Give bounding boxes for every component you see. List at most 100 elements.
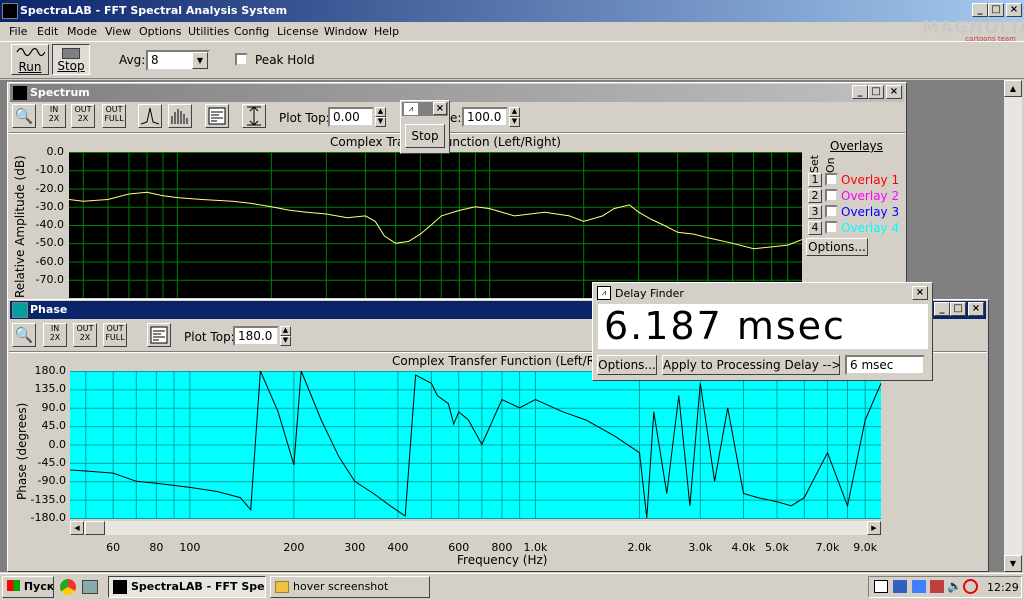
run-button[interactable]: Run [11, 44, 49, 75]
computer-icon[interactable] [82, 580, 98, 594]
phase-scroll-thumb[interactable] [85, 521, 105, 535]
zoom-out-full-button[interactable]: OUT FULL [102, 104, 126, 128]
delay-value-field[interactable]: 6 msec [845, 355, 925, 375]
phase-plot-top-spin-down[interactable]: ▼ [280, 336, 291, 346]
phase-settings-panel-icon[interactable] [147, 323, 171, 347]
phase-minimize-button[interactable]: _ [934, 302, 950, 316]
taskbar-task-spectralab[interactable]: SpectraLAB - FFT Spe... [108, 576, 266, 598]
spectrum-close-button[interactable]: × [886, 85, 902, 99]
spectrum-minimize-button[interactable]: _ [852, 85, 868, 99]
phase-x-tick-label: 80 [149, 541, 164, 554]
set-label: Set [808, 154, 821, 173]
phase-zoom-in-2x-button[interactable]: IN 2X [43, 323, 67, 347]
phase-window-icon [12, 302, 28, 318]
tray-network-icon[interactable] [874, 580, 888, 593]
menu-license[interactable]: License [277, 25, 318, 38]
spectrum-plot-range-spin-up[interactable]: ▲ [509, 107, 520, 117]
phase-ylabel: Phase (degrees) [15, 402, 29, 500]
spectrum-plot-range-spin-down[interactable]: ▼ [509, 117, 520, 127]
menu-edit[interactable]: Edit [37, 25, 58, 38]
phase-scroll-left-button[interactable]: ◀ [70, 521, 84, 535]
phase-close-button[interactable]: × [968, 302, 984, 316]
delay-finder-options-button[interactable]: Options... [597, 355, 657, 375]
phase-x-tick-label: 400 [387, 541, 409, 554]
peak-hold-checkbox[interactable] [235, 53, 248, 66]
spectrum-maximize-button[interactable]: □ [868, 85, 884, 99]
taskbar-task-hover-screenshot[interactable]: hover screenshot [270, 576, 430, 598]
menu-mode[interactable]: Mode [67, 25, 97, 38]
phase-plot[interactable] [70, 371, 881, 519]
stop-button[interactable]: Stop [52, 44, 90, 75]
avg-dropdown-button[interactable]: ▼ [192, 52, 208, 69]
zoom-icon[interactable]: 🔍 [12, 104, 36, 128]
stop-label: Stop [57, 59, 85, 73]
menu-file[interactable]: File [9, 25, 27, 38]
tray-monitor-icon[interactable] [893, 580, 907, 593]
spectrum-ylabel: Relative Amplitude (dB) [13, 155, 27, 298]
minimize-button[interactable]: _ [972, 3, 988, 17]
app-title: SpectraLAB - FFT Spectral Analysis Syste… [20, 4, 288, 17]
clock: 12:29 [987, 581, 1019, 594]
phase-plot-top-spin-up[interactable]: ▲ [280, 326, 291, 336]
vertical-scale-icon[interactable] [242, 104, 266, 128]
spectrum-plot[interactable] [69, 152, 802, 298]
delay-finder-title-bar: ⩘ Delay Finder × [595, 285, 930, 302]
overlay-set-button[interactable]: 2 [808, 189, 822, 203]
menu-options[interactable]: Options [139, 25, 181, 38]
overlay-set-button[interactable]: 1 [808, 173, 822, 187]
scroll-up-button[interactable]: ▲ [1004, 80, 1022, 97]
start-button[interactable]: Пуск [2, 576, 54, 598]
spectrum-title-bar: Spectrum _ □ × [10, 84, 904, 102]
spectrum-plot-range-label: e: [450, 111, 462, 125]
phase-x-tick-label: 4.0k [731, 541, 756, 554]
chrome-icon[interactable] [60, 579, 76, 595]
spectrum-plot-top-spin-down[interactable]: ▼ [375, 117, 386, 127]
menu-config[interactable]: Config [234, 25, 269, 38]
settings-panel-icon[interactable] [205, 104, 229, 128]
spectrum-toolbar-divider [9, 132, 905, 134]
menu-view[interactable]: View [105, 25, 131, 38]
phase-zoom-icon[interactable]: 🔍 [12, 323, 36, 347]
delay-finder-close-button[interactable]: × [912, 286, 928, 300]
menu-help[interactable]: Help [374, 25, 399, 38]
phase-xlabel: Frequency (Hz) [457, 553, 548, 567]
overlay-set-button[interactable]: 4 [808, 221, 822, 235]
tray-volume-icon[interactable]: 🔈 [947, 579, 962, 593]
bar-mode-icon[interactable] [168, 104, 192, 128]
overlays-options-button[interactable]: Options... [806, 238, 868, 256]
phase-plot-top-input[interactable]: 180.0 [233, 326, 279, 346]
overlay-on-checkbox[interactable] [825, 173, 838, 186]
delay-finder-display: 6.187 msec [598, 304, 928, 349]
overlay-set-button[interactable]: 3 [808, 205, 822, 219]
overlay-label: Overlay 2 [841, 189, 900, 203]
on-label: On [824, 157, 837, 173]
mdi-vertical-scrollbar[interactable]: ▲ ▼ [1004, 80, 1022, 572]
phase-x-tick-label: 5.0k [765, 541, 789, 554]
spectrum-plot-top-spin-up[interactable]: ▲ [375, 107, 386, 117]
spectrum-plot-range-input[interactable]: 100.0 [462, 107, 508, 127]
overlay-on-checkbox[interactable] [825, 221, 838, 234]
scroll-down-button[interactable]: ▼ [1004, 555, 1022, 572]
tray-blocked-icon[interactable] [963, 579, 978, 594]
maximize-button[interactable]: □ [988, 3, 1004, 17]
overlay-on-checkbox[interactable] [825, 205, 838, 218]
spectrum-plot-top-input[interactable]: 0.00 [328, 107, 374, 127]
phase-maximize-button[interactable]: □ [950, 302, 966, 316]
phase-scroll-right-button[interactable]: ▶ [867, 521, 881, 535]
line-mode-icon[interactable] [138, 104, 162, 128]
menu-utilities[interactable]: Utilities [188, 25, 229, 38]
main-title-bar: SpectraLAB - FFT Spectral Analysis Syste… [0, 0, 1024, 22]
tray-app-icon[interactable] [930, 580, 944, 593]
apply-to-processing-delay-button[interactable]: Apply to Processing Delay --> [662, 355, 840, 375]
overlay-on-checkbox[interactable] [825, 189, 838, 202]
phase-zoom-out-full-button[interactable]: OUT FULL [103, 323, 127, 347]
phase-horizontal-scrollbar[interactable]: ◀ ▶ [70, 521, 881, 535]
zoom-out-2x-button[interactable]: OUT 2X [71, 104, 95, 128]
tray-display-icon[interactable] [912, 580, 926, 593]
zoom-in-2x-button[interactable]: IN 2X [42, 104, 66, 128]
menu-window[interactable]: Window [324, 25, 367, 38]
phase-zoom-out-2x-button[interactable]: OUT 2X [73, 323, 97, 347]
stop-popup-stop-button[interactable]: Stop [405, 124, 445, 148]
close-button[interactable]: × [1006, 3, 1022, 17]
stop-popup-close-button[interactable]: × [433, 102, 447, 115]
